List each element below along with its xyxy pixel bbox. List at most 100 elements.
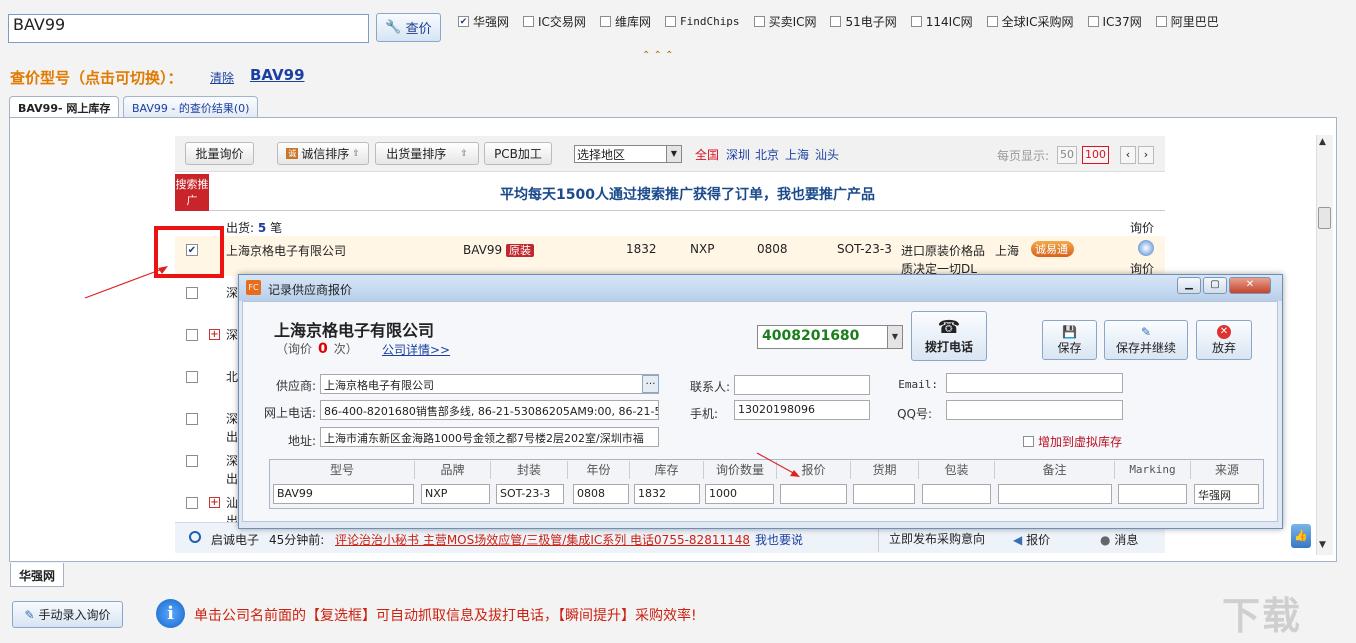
- region-link[interactable]: 汕头: [815, 146, 839, 163]
- checkbox[interactable]: [599, 16, 611, 27]
- site-option[interactable]: 114IC网: [910, 13, 973, 30]
- site-option[interactable]: 全球IC采购网: [986, 13, 1074, 30]
- company-name-partial[interactable]: 深: [226, 452, 238, 469]
- close-icon[interactable]: ✕: [1229, 277, 1271, 294]
- page-size-50[interactable]: 50: [1057, 146, 1077, 164]
- row-checkbox[interactable]: [186, 329, 198, 341]
- grid-cell-year[interactable]: 0808: [573, 484, 629, 504]
- row-checkbox[interactable]: [186, 287, 198, 299]
- model-link[interactable]: BAV99: [250, 66, 305, 84]
- site-option[interactable]: FindChips: [664, 13, 740, 30]
- promo-text[interactable]: 平均每天1500人通过搜索推广获得了订单，我也要推广产品: [210, 184, 1165, 204]
- grid-cell-remark[interactable]: [998, 484, 1112, 504]
- region-link[interactable]: 上海: [785, 146, 809, 163]
- grid-cell-brand[interactable]: NXP: [421, 484, 490, 504]
- volume-sort-button[interactable]: 出货量排序 ⇧: [375, 142, 479, 165]
- minimize-icon[interactable]: ▁: [1177, 277, 1201, 294]
- save-button[interactable]: 💾 保存: [1042, 320, 1097, 360]
- contact-input[interactable]: [734, 375, 870, 395]
- grid-cell-quantity[interactable]: 1000: [705, 484, 774, 504]
- scroll-up-icon[interactable]: ▲: [1319, 137, 1326, 147]
- batch-inquiry-button[interactable]: 批量询价: [185, 142, 254, 165]
- checkbox[interactable]: [1023, 436, 1034, 447]
- qq-input[interactable]: [946, 400, 1123, 420]
- row-checkbox[interactable]: [186, 455, 198, 467]
- row-checkbox[interactable]: [186, 371, 198, 383]
- site-option[interactable]: ✔ 华强网: [458, 13, 509, 30]
- query-button[interactable]: 🔧 查价: [376, 13, 441, 42]
- region-select[interactable]: 选择地区 ▼: [574, 145, 682, 163]
- checkbox[interactable]: [523, 16, 535, 27]
- dial-button[interactable]: ☎ 拨打电话: [911, 311, 987, 361]
- region-link[interactable]: 北京: [755, 146, 779, 163]
- next-page-icon[interactable]: ›: [1138, 146, 1154, 164]
- grid-cell-packaging[interactable]: [922, 484, 991, 504]
- checkbox[interactable]: [910, 16, 922, 27]
- email-input[interactable]: [946, 373, 1123, 393]
- mobile-input[interactable]: 13020198096: [734, 400, 870, 420]
- checkbox[interactable]: [1155, 16, 1167, 27]
- credit-badge[interactable]: 诚易通: [1031, 241, 1074, 257]
- site-option[interactable]: IC37网: [1087, 13, 1142, 30]
- ticker-want[interactable]: 我也要说: [755, 531, 803, 548]
- maximize-icon[interactable]: ▢: [1203, 277, 1227, 294]
- company-name-partial[interactable]: 汕: [226, 494, 238, 511]
- checkbox[interactable]: [664, 16, 676, 27]
- message-button[interactable]: ● 消息: [1100, 531, 1138, 548]
- company-name-partial[interactable]: 北: [226, 368, 238, 385]
- grid-cell-leadtime[interactable]: [853, 484, 915, 504]
- address-input[interactable]: 上海市浦东新区金海路1000号金领之都7号楼2层202室/深圳市福: [320, 427, 659, 447]
- online-phone-input[interactable]: 86-400-8201680销售部多线, 86-21-53086205AM9:0…: [320, 400, 659, 420]
- grid-cell-stock[interactable]: 1832: [634, 484, 700, 504]
- site-option[interactable]: IC交易网: [523, 13, 586, 30]
- site-option[interactable]: 51电子网: [830, 13, 897, 30]
- grid-cell-marking[interactable]: [1118, 484, 1187, 504]
- region-link[interactable]: 全国: [695, 146, 719, 163]
- checkbox[interactable]: [753, 16, 765, 27]
- company-detail-link[interactable]: 公司详情>>: [382, 341, 450, 358]
- scroll-down-icon[interactable]: ▼: [1319, 540, 1326, 550]
- grid-cell-model[interactable]: BAV99: [273, 484, 414, 504]
- virtual-stock-checkbox[interactable]: 增加到虚拟库存: [1023, 433, 1122, 450]
- checkbox[interactable]: [1087, 16, 1099, 27]
- row-checkbox[interactable]: [186, 413, 198, 425]
- site-option[interactable]: 买卖IC网: [753, 13, 816, 30]
- region-link[interactable]: 深圳: [726, 146, 750, 163]
- pcb-button[interactable]: PCB加工: [484, 142, 552, 165]
- grid-cell-price[interactable]: [780, 484, 847, 504]
- site-option[interactable]: 维库网: [599, 13, 651, 30]
- grid-cell-source[interactable]: 华强网: [1194, 484, 1259, 504]
- clear-link[interactable]: 清除: [210, 69, 234, 86]
- quote-button[interactable]: ◀ 报价: [1013, 531, 1050, 548]
- chat-icon[interactable]: [1138, 240, 1154, 256]
- thumbs-up-icon[interactable]: 👍: [1291, 524, 1311, 548]
- ticker-message[interactable]: 评论治治小秘书 主营MOS场效应管/三极管/集成IC系列 电话0755-8281…: [335, 531, 750, 548]
- tab-online-stock[interactable]: BAV99- 网上库存: [9, 96, 120, 118]
- search-input[interactable]: BAV99: [8, 14, 369, 43]
- prev-page-icon[interactable]: ‹: [1120, 146, 1136, 164]
- checkbox[interactable]: [830, 16, 842, 27]
- company-name-partial[interactable]: 深: [226, 284, 238, 301]
- supplier-input[interactable]: 上海京格电子有限公司: [320, 374, 659, 394]
- discard-button[interactable]: ✕ 放弃: [1196, 320, 1252, 360]
- company-name[interactable]: 上海京格电子有限公司: [226, 242, 346, 259]
- credit-sort-button[interactable]: 诚 诚信排序 ⇧: [277, 142, 369, 165]
- company-name-partial[interactable]: 深: [226, 410, 238, 427]
- company-name-partial[interactable]: 深: [226, 326, 238, 343]
- manual-inquiry-button[interactable]: ✎ 手动录入询价: [12, 601, 123, 628]
- checkbox[interactable]: ✔: [458, 16, 469, 27]
- collapse-arrows-icon[interactable]: ⌃ ⌃ ⌃: [642, 50, 674, 61]
- page-size-100[interactable]: 100: [1082, 146, 1109, 164]
- browse-icon[interactable]: …: [642, 375, 659, 393]
- bottom-tab-hqew[interactable]: 华强网: [10, 563, 65, 587]
- expand-icon[interactable]: +: [209, 329, 220, 340]
- tab-query-results[interactable]: BAV99 - 的查价结果(0): [123, 96, 259, 118]
- site-option[interactable]: 阿里巴巴: [1155, 13, 1219, 30]
- phone-select[interactable]: 4008201680 ▼: [757, 325, 903, 349]
- ticker-company[interactable]: 启诚电子: [211, 531, 259, 548]
- scroll-thumb[interactable]: [1318, 207, 1331, 229]
- checkbox[interactable]: [986, 16, 998, 27]
- grid-cell-package[interactable]: SOT-23-3: [496, 484, 564, 504]
- save-continue-button[interactable]: ✎ 保存并继续: [1104, 320, 1188, 360]
- dialog-titlebar[interactable]: [239, 275, 1282, 301]
